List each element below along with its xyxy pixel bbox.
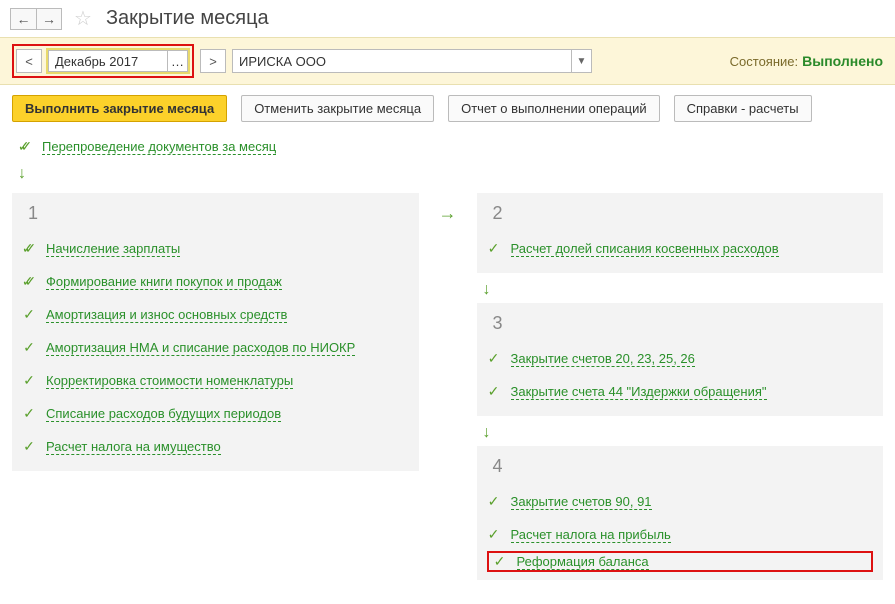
references-button[interactable]: Справки - расчеты bbox=[674, 95, 812, 122]
down-arrow-icon: ↓ bbox=[477, 277, 884, 303]
check-double-icon bbox=[18, 138, 32, 155]
check-icon bbox=[22, 438, 36, 455]
op-link[interactable]: Закрытие счетов 90, 91 bbox=[511, 494, 652, 510]
check-icon bbox=[493, 553, 507, 570]
check-icon bbox=[487, 526, 501, 543]
status-label: Состояние: bbox=[730, 54, 798, 69]
run-close-month-button[interactable]: Выполнить закрытие месяца bbox=[12, 95, 227, 122]
stage-3-box: 3 Закрытие счетов 20, 23, 25, 26 Закрыти… bbox=[477, 303, 884, 416]
op-link[interactable]: Расчет налога на прибыль bbox=[511, 527, 671, 543]
down-arrow-icon: ↓ bbox=[12, 161, 883, 187]
op-link[interactable]: Закрытие счета 44 "Издержки обращения" bbox=[511, 384, 767, 400]
op-link[interactable]: Формирование книги покупок и продаж bbox=[46, 274, 282, 290]
op-link[interactable]: Расчет долей списания косвенных расходов bbox=[511, 241, 779, 257]
op-link[interactable]: Амортизация и износ основных средств bbox=[46, 307, 287, 323]
check-icon bbox=[487, 350, 501, 367]
period-next-button[interactable]: > bbox=[200, 49, 226, 73]
stage-3-number: 3 bbox=[487, 311, 509, 336]
stage-2-number: 2 bbox=[487, 201, 509, 226]
check-icon bbox=[487, 493, 501, 510]
op-link[interactable]: Списание расходов будущих периодов bbox=[46, 406, 281, 422]
check-icon bbox=[487, 240, 501, 257]
check-double-icon bbox=[22, 240, 36, 257]
stage-2-box: 2 Расчет долей списания косвенных расход… bbox=[477, 193, 884, 273]
op-link[interactable]: Расчет налога на имущество bbox=[46, 439, 221, 455]
organization-value: ИРИСКА ООО bbox=[233, 54, 571, 69]
page-title: Закрытие месяца bbox=[106, 7, 269, 30]
check-icon bbox=[22, 405, 36, 422]
balance-reform-link[interactable]: Реформация баланса bbox=[517, 554, 649, 570]
stage-1-box: 1 Начисление зарплаты Формирование книги… bbox=[12, 193, 419, 471]
stage-4-box: 4 Закрытие счетов 90, 91 Расчет налога н… bbox=[477, 446, 884, 580]
period-highlight: < Декабрь 2017 … bbox=[12, 44, 194, 78]
repost-documents-link[interactable]: Перепроведение документов за месяц bbox=[42, 139, 276, 155]
organization-field[interactable]: ИРИСКА ООО ▼ bbox=[232, 49, 592, 73]
op-link[interactable]: Амортизация НМА и списание расходов по Н… bbox=[46, 340, 355, 356]
period-picker-button[interactable]: … bbox=[168, 50, 188, 72]
organization-dropdown-button[interactable]: ▼ bbox=[571, 50, 591, 72]
stage-1-number: 1 bbox=[22, 201, 44, 226]
op-link[interactable]: Корректировка стоимости номенклатуры bbox=[46, 373, 293, 389]
operations-report-button[interactable]: Отчет о выполнении операций bbox=[448, 95, 660, 122]
check-double-icon bbox=[22, 273, 36, 290]
right-arrow-icon: → bbox=[439, 193, 457, 224]
op-link[interactable]: Закрытие счетов 20, 23, 25, 26 bbox=[511, 351, 695, 367]
cancel-close-month-button[interactable]: Отменить закрытие месяца bbox=[241, 95, 434, 122]
forward-button[interactable]: → bbox=[36, 8, 62, 30]
back-button[interactable]: ← bbox=[10, 8, 36, 30]
period-prev-button[interactable]: < bbox=[16, 49, 42, 73]
down-arrow-icon: ↓ bbox=[477, 420, 884, 446]
favorite-icon[interactable]: ☆ bbox=[74, 6, 92, 31]
check-icon bbox=[22, 339, 36, 356]
check-icon bbox=[487, 383, 501, 400]
period-field[interactable]: Декабрь 2017 bbox=[48, 50, 168, 72]
check-icon bbox=[22, 372, 36, 389]
stage-4-number: 4 bbox=[487, 454, 509, 479]
op-link[interactable]: Начисление зарплаты bbox=[46, 241, 180, 257]
balance-reform-highlight: Реформация баланса bbox=[487, 551, 874, 572]
status-value: Выполнено bbox=[802, 53, 883, 69]
check-icon bbox=[22, 306, 36, 323]
